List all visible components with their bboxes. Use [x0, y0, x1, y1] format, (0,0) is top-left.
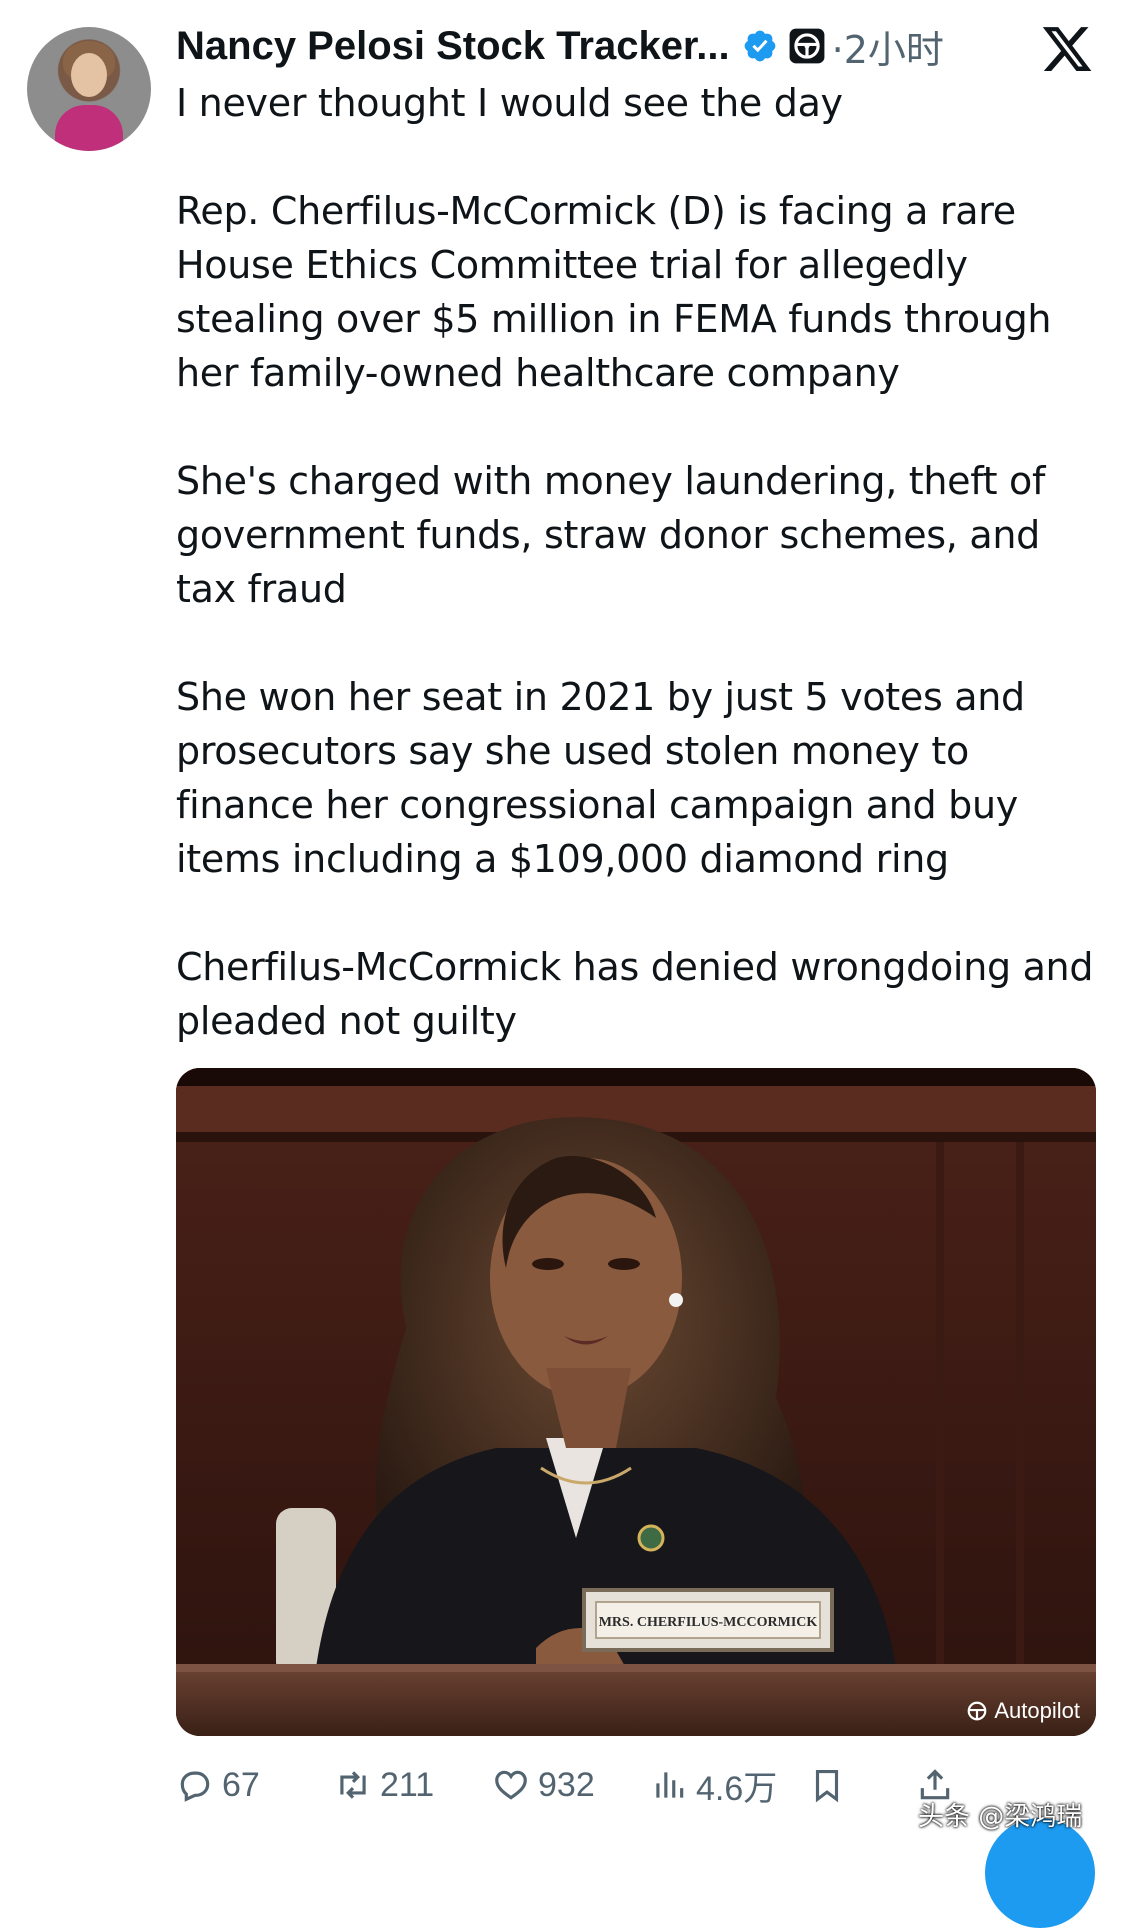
reply-icon	[180, 1771, 210, 1802]
reply-button[interactable]: 67	[176, 1760, 260, 1810]
steering-wheel-icon	[789, 28, 825, 64]
post-image[interactable]: MRS. CHERFILUS-MCCORMICK Autopilot	[176, 1068, 1096, 1736]
author-avatar[interactable]	[27, 27, 151, 151]
repost-icon	[340, 1771, 366, 1799]
nameplate-label: MRS. CHERFILUS-MCCORMICK	[599, 1615, 818, 1630]
autopilot-badge: Autopilot	[966, 1698, 1080, 1724]
avatar-face	[71, 53, 107, 97]
views-chart-icon	[656, 1772, 684, 1798]
bookmark-icon	[815, 1769, 839, 1803]
repost-button[interactable]: 211	[334, 1760, 434, 1810]
author-name[interactable]: Nancy Pelosi Stock Tracker...	[176, 24, 730, 69]
x-logo-icon[interactable]	[1040, 22, 1094, 76]
watermark: 头条 @梁鸿瑞	[918, 1802, 1083, 1832]
like-button[interactable]: 932	[492, 1760, 595, 1810]
verified-badge-icon	[744, 30, 776, 62]
like-count: 932	[538, 1765, 595, 1804]
autopilot-label: Autopilot	[994, 1698, 1080, 1723]
post-body: I never thought I would see the day Rep.…	[176, 81, 1094, 1043]
views-button[interactable]: 4.6万	[650, 1760, 777, 1810]
photo-hearing-portrait: MRS. CHERFILUS-MCCORMICK	[176, 1068, 1096, 1736]
reply-count: 67	[222, 1765, 260, 1804]
views-count: 4.6万	[696, 1769, 778, 1808]
compose-button[interactable]	[985, 1818, 1095, 1928]
post-header: Nancy Pelosi Stock Tracker... ·2小时	[176, 18, 944, 74]
heart-icon	[495, 1770, 527, 1800]
avatar-shirt	[55, 105, 123, 151]
bookmark-button[interactable]	[808, 1760, 846, 1810]
steering-wheel-small-icon	[968, 1701, 987, 1721]
repost-count: 211	[380, 1765, 435, 1804]
post-time[interactable]: ·2小时	[832, 19, 944, 74]
